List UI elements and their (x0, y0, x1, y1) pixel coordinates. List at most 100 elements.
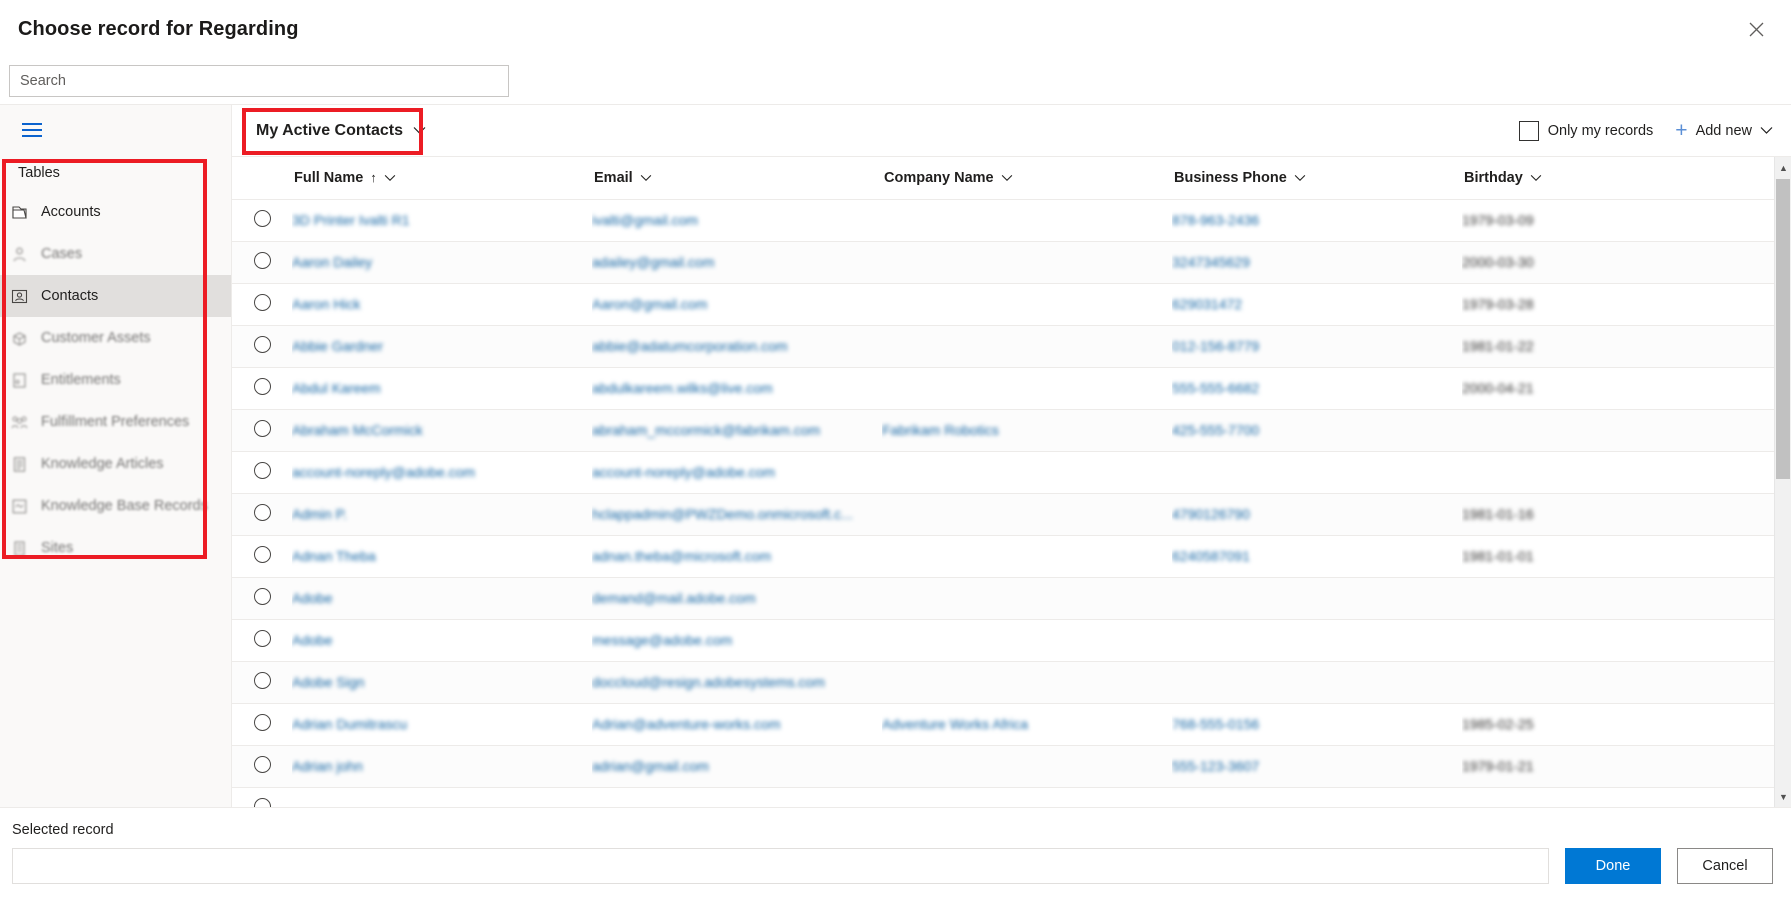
radio-button-icon[interactable] (254, 588, 271, 605)
radio-button-icon[interactable] (254, 420, 271, 437)
radio-button-icon[interactable] (254, 210, 271, 227)
cell-email[interactable]: adailey@gmail.com (592, 241, 882, 284)
cell-full-name[interactable]: Adrian john (292, 745, 592, 788)
radio-button-icon[interactable] (254, 462, 271, 479)
cell-business-phone[interactable]: 555-555-6682 (1172, 367, 1462, 410)
cell-full-name[interactable]: account-noreply@adobe.com (292, 451, 592, 494)
table-row[interactable]: Adrian Dumitrascu Adrian@adventure-works.… (232, 703, 1791, 746)
cell-company-name[interactable] (882, 241, 1172, 284)
table-row[interactable] (232, 787, 1791, 807)
cell-email[interactable]: message@adobe.com (592, 619, 882, 662)
cell-full-name[interactable]: Adobe (292, 577, 592, 620)
cell-company-name[interactable] (882, 199, 1172, 242)
radio-button-icon[interactable] (254, 714, 271, 731)
sidebar-item-cases[interactable]: Cases (0, 233, 231, 275)
cell-company-name[interactable]: Fabrikam Robotics (882, 409, 1172, 452)
add-new-button[interactable]: + Add new (1675, 120, 1773, 141)
radio-button-icon[interactable] (254, 336, 271, 353)
search-input[interactable] (9, 65, 509, 97)
cell-email[interactable]: demand@mail.adobe.com (592, 577, 882, 620)
cell-company-name[interactable] (882, 619, 1172, 662)
table-row[interactable]: Adobe Sign doccloud@resign.adobesystems.c… (232, 661, 1791, 704)
radio-button-icon[interactable] (254, 756, 271, 773)
cell-full-name[interactable]: Adnan Theba (292, 535, 592, 578)
cell-full-name[interactable] (292, 787, 592, 807)
cell-full-name[interactable]: Abraham McCormick (292, 409, 592, 452)
checkbox-icon[interactable] (1518, 120, 1539, 141)
only-my-records-toggle[interactable]: Only my records (1518, 120, 1653, 141)
column-header-email[interactable]: Email (592, 157, 882, 200)
chevron-down-icon[interactable] (1530, 174, 1542, 182)
cell-email[interactable]: ivalti@gmail.com (592, 199, 882, 242)
row-select-cell[interactable] (232, 661, 292, 704)
cell-company-name[interactable] (882, 577, 1172, 620)
row-select-cell[interactable] (232, 367, 292, 410)
row-select-cell[interactable] (232, 409, 292, 452)
done-button[interactable]: Done (1565, 848, 1661, 884)
cell-business-phone[interactable]: 012-156-8779 (1172, 325, 1462, 368)
column-header-birthday[interactable]: Birthday (1462, 157, 1712, 200)
view-selector[interactable]: My Active Contacts (246, 116, 436, 146)
table-row[interactable]: Adrian john adrian@gmail.com 555-123-3607 1… (232, 745, 1791, 788)
cell-company-name[interactable] (882, 787, 1172, 807)
cell-email[interactable]: Adrian@adventure-works.com (592, 703, 882, 746)
table-row[interactable]: 3D Printer Ivalti R1 ivalti@gmail.com 878-… (232, 199, 1791, 242)
table-row[interactable]: Aaron Hick Aaron@gmail.com 629031472 1979-0… (232, 283, 1791, 326)
scrollbar-thumb[interactable] (1776, 179, 1790, 479)
row-select-cell[interactable] (232, 451, 292, 494)
cell-full-name[interactable]: Aaron Hick (292, 283, 592, 326)
row-select-cell[interactable] (232, 199, 292, 242)
radio-button-icon[interactable] (254, 672, 271, 689)
sidebar-item-sites[interactable]: Sites (0, 527, 231, 569)
scroll-down-arrow-icon[interactable]: ▼ (1775, 788, 1791, 805)
cell-full-name[interactable]: Adobe (292, 619, 592, 662)
row-select-cell[interactable] (232, 283, 292, 326)
cell-business-phone[interactable] (1172, 451, 1462, 494)
row-select-cell[interactable] (232, 703, 292, 746)
cell-company-name[interactable] (882, 451, 1172, 494)
close-icon[interactable] (1739, 12, 1773, 46)
radio-button-icon[interactable] (254, 798, 271, 807)
table-row[interactable]: Adobe message@adobe.com (232, 619, 1791, 662)
cell-email[interactable] (592, 787, 882, 807)
cell-business-phone[interactable] (1172, 787, 1462, 807)
chevron-down-icon[interactable] (1294, 174, 1306, 182)
cell-full-name[interactable]: Abdul Kareem (292, 367, 592, 410)
table-row[interactable]: Abbie Gardner abbie@adatumcorporation.com… (232, 325, 1791, 368)
sidebar-item-customer-assets[interactable]: Customer Assets (0, 317, 231, 359)
cancel-button[interactable]: Cancel (1677, 848, 1773, 884)
sidebar-item-knowledge-articles[interactable]: Knowledge Articles (0, 443, 231, 485)
cell-email[interactable]: abdulkareem.wilks@live.com (592, 367, 882, 410)
sidebar-item-entitlements[interactable]: Entitlements (0, 359, 231, 401)
table-row[interactable]: Abdul Kareem abdulkareem.wilks@live.com 55… (232, 367, 1791, 410)
chevron-down-icon[interactable] (1760, 126, 1773, 135)
cell-email[interactable]: adnan.theba@microsoft.com (592, 535, 882, 578)
cell-email[interactable]: abraham_mccormick@fabrikam.com (592, 409, 882, 452)
row-select-cell[interactable] (232, 493, 292, 536)
table-row[interactable]: Aaron Dailey adailey@gmail.com 3247345629 2… (232, 241, 1791, 284)
cell-full-name[interactable]: Aaron Dailey (292, 241, 592, 284)
cell-full-name[interactable]: 3D Printer Ivalti R1 (292, 199, 592, 242)
radio-button-icon[interactable] (254, 294, 271, 311)
hamburger-menu-icon[interactable] (9, 111, 55, 149)
cell-email[interactable]: Aaron@gmail.com (592, 283, 882, 326)
table-row[interactable]: Admin P. hclappadmin@PWZDemo.onmicrosoft.… (232, 493, 1791, 536)
column-header-company-name[interactable]: Company Name (882, 157, 1172, 200)
cell-company-name[interactable] (882, 367, 1172, 410)
cell-company-name[interactable]: Adventure Works Africa (882, 703, 1172, 746)
cell-email[interactable]: account-noreply@adobe.com (592, 451, 882, 494)
cell-full-name[interactable]: Abbie Gardner (292, 325, 592, 368)
radio-button-icon[interactable] (254, 378, 271, 395)
row-select-cell[interactable] (232, 787, 292, 807)
row-select-cell[interactable] (232, 325, 292, 368)
chevron-down-icon[interactable] (640, 174, 652, 182)
chevron-down-icon[interactable] (384, 174, 396, 182)
table-row[interactable]: Abraham McCormick abraham_mccormick@fabri… (232, 409, 1791, 452)
column-header-business-phone[interactable]: Business Phone (1172, 157, 1462, 200)
sidebar-item-knowledge-base-records[interactable]: Knowledge Base Records (0, 485, 231, 527)
scroll-up-arrow-icon[interactable]: ▲ (1775, 159, 1791, 176)
vertical-scrollbar[interactable]: ▲ ▼ (1774, 157, 1791, 807)
cell-business-phone[interactable] (1172, 619, 1462, 662)
cell-business-phone[interactable]: 768-555-0156 (1172, 703, 1462, 746)
radio-button-icon[interactable] (254, 546, 271, 563)
